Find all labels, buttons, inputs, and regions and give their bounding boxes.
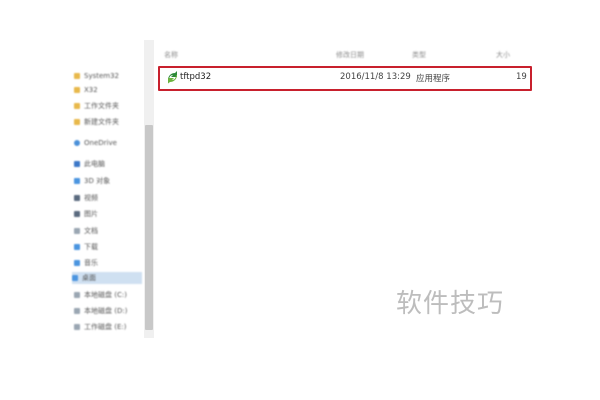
desktop-icon (72, 275, 78, 281)
sidebar-item-label: 音乐 (84, 259, 98, 267)
sidebar-item-onedrive[interactable]: OneDrive (74, 137, 142, 149)
sidebar-item-disk-c[interactable]: 本地磁盘 (C:) (74, 289, 142, 301)
sidebar-item-label: 下载 (84, 243, 98, 251)
sidebar-item-disk-d[interactable]: 本地磁盘 (D:) (74, 305, 142, 317)
column-header-date[interactable]: 修改日期 (336, 50, 364, 60)
sidebar-item-label: 文档 (84, 227, 98, 235)
sidebar-item-3d-objects[interactable]: 3D 对象 (74, 175, 142, 187)
picture-icon (74, 211, 80, 217)
sidebar-item-label: System32 (84, 72, 120, 80)
file-type: 应用程序 (416, 74, 451, 84)
disk-icon (74, 308, 80, 314)
sidebar-item-desktop[interactable]: 桌面 (72, 272, 142, 284)
sidebar-item-label: 工作磁盘 (E:) (84, 323, 127, 331)
disk-icon (74, 292, 80, 298)
folder-icon (74, 119, 80, 125)
sidebar-item-new-folder[interactable]: 新建文件夹 (74, 116, 142, 128)
folder-icon (74, 73, 80, 79)
sidebar-item-downloads[interactable]: 下载 (74, 241, 142, 253)
navigation-pane: System32 X32 工作文件夹 新建文件夹 OneDrive 此电脑 3D… (62, 40, 144, 338)
music-icon (74, 260, 80, 266)
sidebar-item-music[interactable]: 音乐 (74, 257, 142, 269)
column-header-type[interactable]: 类型 (412, 50, 426, 60)
sidebar-item-x32[interactable]: X32 (74, 84, 142, 96)
sidebar-item-label: 视频 (84, 194, 98, 202)
sidebar-item-label: 桌面 (82, 274, 96, 282)
cloud-icon (74, 140, 80, 146)
sidebar-item-videos[interactable]: 视频 (74, 192, 142, 204)
sidebar-item-label: 本地磁盘 (D:) (84, 307, 128, 315)
file-modified-date: 2016/11/8 13:29 (340, 72, 411, 82)
sidebar-item-label: X32 (84, 86, 98, 94)
file-name: tftpd32 (180, 72, 212, 82)
download-icon (74, 244, 80, 250)
document-icon (74, 228, 80, 234)
sidebar-item-system32[interactable]: System32 (74, 70, 142, 82)
watermark-text: 软件技巧 (396, 289, 505, 319)
sidebar-item-work-folder[interactable]: 工作文件夹 (74, 100, 142, 112)
folder-icon (74, 87, 80, 93)
file-row-tftpd32[interactable]: tftpd32 2016/11/8 13:29 应用程序 19 (158, 66, 532, 91)
sidebar-item-pictures[interactable]: 图片 (74, 208, 142, 220)
pc-icon (74, 161, 80, 167)
column-header-name[interactable]: 名称 (164, 50, 178, 60)
sidebar-item-label: 此电脑 (84, 160, 105, 168)
scrollbar-thumb[interactable] (145, 125, 153, 330)
drive-icon (74, 178, 80, 184)
tftpd32-app-icon (168, 71, 177, 84)
sidebar-item-label: 图片 (84, 210, 98, 218)
file-size: 19 (516, 72, 527, 82)
navigation-scrollbar[interactable] (144, 40, 154, 338)
sidebar-item-label: 本地磁盘 (C:) (84, 291, 127, 299)
sidebar-item-this-pc[interactable]: 此电脑 (74, 158, 142, 170)
sidebar-item-label: OneDrive (84, 139, 117, 147)
folder-icon (74, 103, 80, 109)
sidebar-item-label: 新建文件夹 (84, 118, 119, 126)
sidebar-item-label: 工作文件夹 (84, 102, 119, 110)
column-header-size[interactable]: 大小 (496, 50, 510, 60)
sidebar-item-label: 3D 对象 (84, 177, 111, 185)
video-icon (74, 195, 80, 201)
sidebar-item-documents[interactable]: 文档 (74, 225, 142, 237)
disk-icon (74, 324, 80, 330)
sidebar-item-disk-e[interactable]: 工作磁盘 (E:) (74, 321, 142, 333)
